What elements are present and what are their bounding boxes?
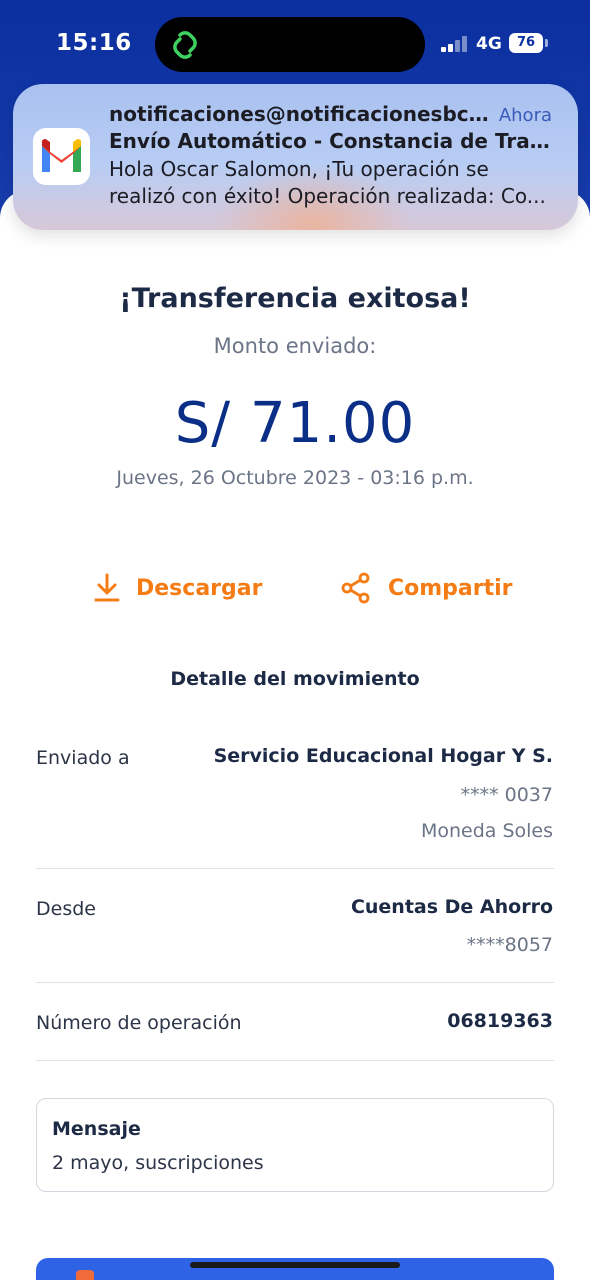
- amount-value: S/ 71.00: [174, 391, 416, 456]
- operation-label: Número de operación: [36, 1012, 242, 1034]
- divider: [36, 982, 554, 983]
- download-button[interactable]: Descargar: [94, 568, 262, 608]
- message-title: Mensaje: [52, 1118, 141, 1140]
- battery-tip: [545, 39, 548, 47]
- notification-body-line: realizó con éxito! Operación realizada: …: [109, 184, 546, 208]
- share-label: Compartir: [388, 575, 513, 601]
- message-text: 2 mayo, suscripciones: [52, 1152, 264, 1174]
- divider: [36, 1060, 554, 1061]
- link-chain-icon: [173, 31, 197, 59]
- home-indicator[interactable]: [190, 1262, 400, 1268]
- status-time: 15:16: [56, 30, 132, 56]
- promo-icon: [76, 1270, 94, 1280]
- dynamic-island: [155, 17, 425, 72]
- sent-to-label: Enviado a: [36, 747, 130, 769]
- transaction-datetime: Jueves, 26 Octubre 2023 - 03:16 p.m.: [116, 467, 474, 489]
- download-label: Descargar: [136, 575, 263, 601]
- amount-label: Monto enviado:: [213, 334, 377, 358]
- battery-icon: 76: [509, 33, 543, 53]
- gmail-icon: [41, 139, 82, 172]
- download-icon: [94, 573, 120, 602]
- message-box: Mensaje 2 mayo, suscripciones: [36, 1098, 554, 1192]
- sent-to-name: Servicio Educacional Hogar Y S.: [213, 745, 553, 767]
- page-title: ¡Transferencia exitosa!: [119, 283, 471, 314]
- signal-icon: [441, 36, 469, 52]
- share-icon: [341, 572, 370, 604]
- from-account-name: Cuentas De Ahorro: [350, 896, 553, 918]
- gmail-app-icon: [33, 128, 90, 185]
- network-type: 4G: [476, 34, 502, 54]
- notification-body: Hola Oscar Salomon, ¡Tu operación se rea…: [109, 156, 559, 210]
- notification-body-line: Hola Oscar Salomon, ¡Tu operación se: [109, 157, 489, 181]
- section-title: Detalle del movimiento: [170, 668, 420, 690]
- operation-number: 06819363: [447, 1010, 553, 1032]
- sent-to-account: **** 0037: [460, 784, 553, 806]
- from-label: Desde: [36, 898, 96, 920]
- divider: [36, 868, 554, 869]
- notification-sender: notificaciones@notificacionesbc...: [109, 102, 489, 126]
- share-button[interactable]: Compartir: [340, 568, 513, 608]
- notification-banner[interactable]: notificaciones@notificacionesbc... Ahora…: [13, 84, 578, 230]
- sent-to-currency: Moneda Soles: [420, 820, 553, 842]
- from-account-number: ****8057: [466, 934, 553, 956]
- notification-subject: Envío Automático - Constancia de Tran...: [109, 129, 554, 153]
- notification-time: Ahora: [498, 105, 552, 126]
